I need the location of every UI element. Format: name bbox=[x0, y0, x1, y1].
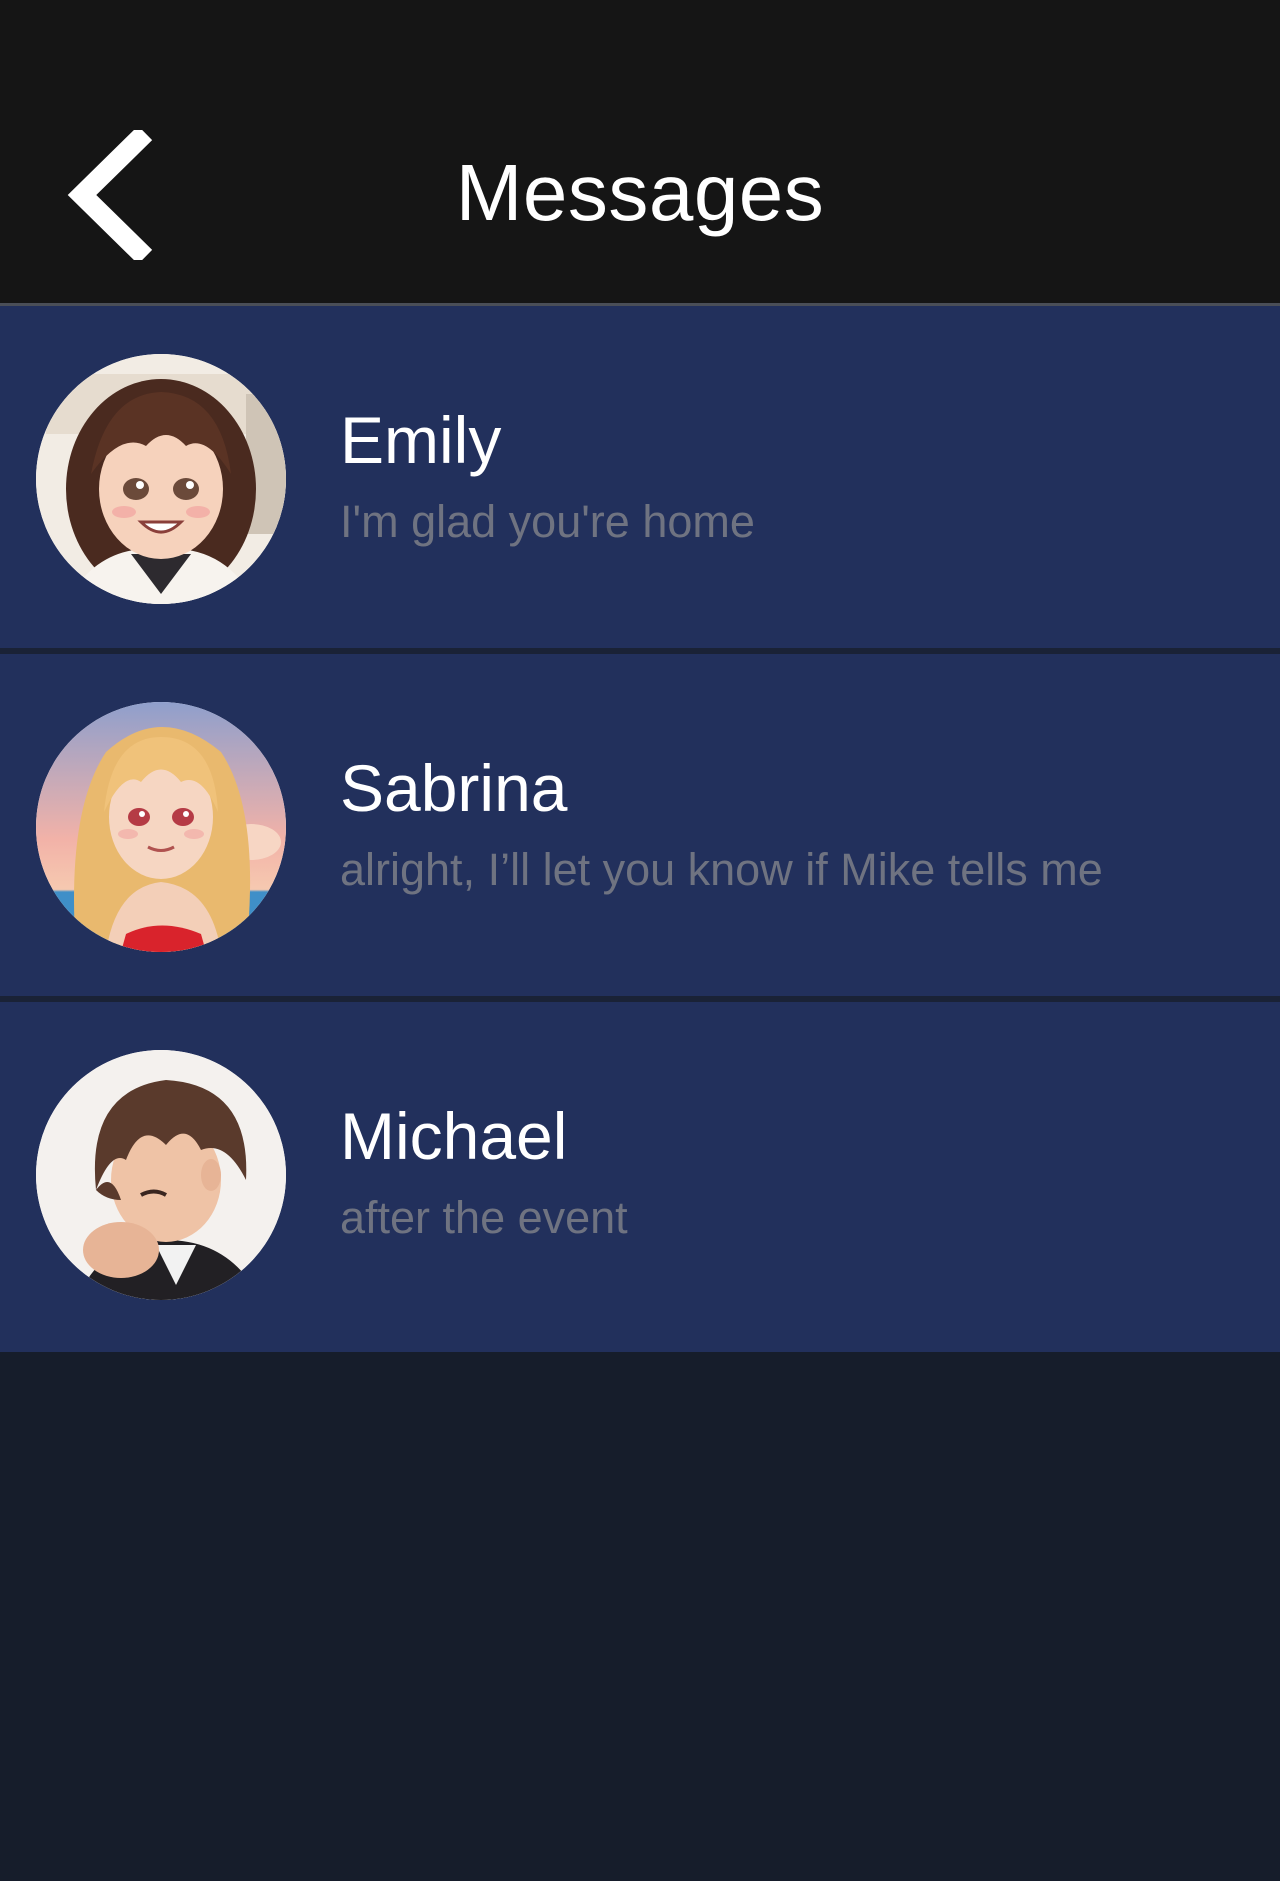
page-title: Messages bbox=[455, 148, 825, 237]
conversation-item-michael[interactable]: Michael after the event bbox=[0, 1002, 1280, 1352]
conversation-item-sabrina[interactable]: Sabrina alright, I’ll let you know if Mi… bbox=[0, 654, 1280, 1002]
message-preview: alright, I’ll let you know if Mike tells… bbox=[340, 844, 1103, 895]
conversation-list: Emily I'm glad you're home Sabrina alrig… bbox=[0, 306, 1280, 1352]
avatar-emily bbox=[36, 354, 286, 604]
avatar-michael bbox=[36, 1050, 286, 1300]
contact-name: Emily bbox=[340, 403, 502, 477]
avatar-sabrina bbox=[36, 702, 286, 952]
top-bar: Messages bbox=[0, 0, 1280, 306]
conversation-item-emily[interactable]: Emily I'm glad you're home bbox=[0, 306, 1280, 654]
contact-name: Michael bbox=[340, 1099, 568, 1173]
message-preview: I'm glad you're home bbox=[340, 496, 755, 547]
message-preview: after the event bbox=[340, 1192, 628, 1243]
contact-name: Sabrina bbox=[340, 751, 568, 825]
